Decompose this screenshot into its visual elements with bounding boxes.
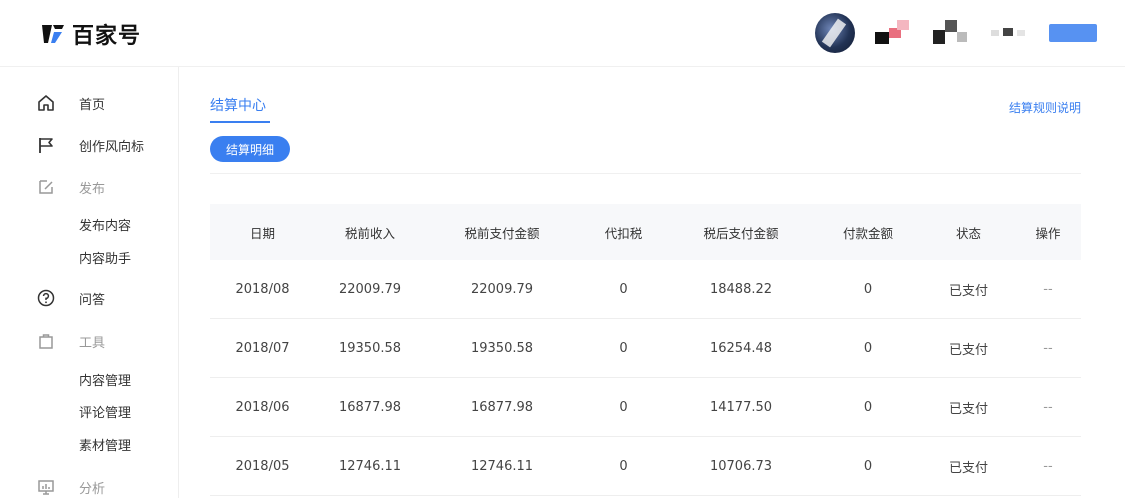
- cell-aftertax-payment: 14177.50: [709, 399, 773, 415]
- cell-payment-amount: 0: [863, 340, 873, 356]
- cell-withholding-tax: 0: [619, 281, 628, 297]
- sidebar-item-content-management[interactable]: 内容管理: [0, 366, 178, 392]
- redacted-info-2: [991, 20, 1031, 46]
- sidebar-section-label: 发布: [79, 181, 106, 197]
- redacted-action-button[interactable]: [1049, 24, 1097, 42]
- brand-name: 百家号: [72, 24, 142, 49]
- edit-icon: [37, 178, 55, 196]
- sidebar-item-label: 评论管理: [79, 405, 132, 421]
- cell-action: --: [1043, 399, 1053, 415]
- avatar[interactable]: [815, 13, 855, 53]
- cell-payment-amount: 0: [863, 458, 873, 474]
- sidebar: 首页 创作风向标 发布 发布内容 内容助手 问答 工具 内容管理 评论管理 素材…: [0, 67, 179, 498]
- cell-action: --: [1043, 281, 1053, 297]
- user-area: [815, 10, 1097, 56]
- column-header: 税后支付金额: [703, 225, 779, 241]
- cell-pretax-income: 12746.11: [338, 458, 402, 474]
- sidebar-item-trends[interactable]: 创作风向标: [0, 132, 178, 158]
- cell-pretax-payment: 12746.11: [470, 458, 534, 474]
- sidebar-section-tools[interactable]: 工具: [0, 328, 178, 354]
- sidebar-item-qa[interactable]: 问答: [0, 285, 178, 311]
- cell-payment-amount: 0: [863, 399, 873, 415]
- cell-date: 2018/07: [235, 340, 290, 356]
- cell-status: 已支付: [948, 342, 988, 358]
- sidebar-item-publish-content[interactable]: 发布内容: [0, 211, 178, 237]
- cell-date: 2018/05: [235, 458, 290, 474]
- sidebar-item-label: 内容助手: [79, 251, 132, 267]
- column-header: 付款金额: [842, 225, 893, 241]
- cell-status: 已支付: [948, 460, 988, 476]
- tab-settlement-center[interactable]: 结算中心: [210, 95, 266, 115]
- redacted-info: [933, 20, 973, 46]
- column-header: 状态: [955, 225, 981, 241]
- main-content: 结算中心 结算规则说明 结算明细 日期 税前收入 税前支付金额 代扣税 税后支付…: [179, 67, 1125, 498]
- sidebar-item-label: 首页: [79, 97, 106, 113]
- brand-logo[interactable]: 百家号: [40, 18, 141, 50]
- column-header: 税前收入: [344, 225, 395, 241]
- cell-withholding-tax: 0: [619, 340, 628, 356]
- cell-withholding-tax: 0: [619, 458, 628, 474]
- divider: [210, 173, 1081, 174]
- sidebar-section-label: 分析: [79, 481, 106, 497]
- cell-aftertax-payment: 10706.73: [709, 458, 773, 474]
- cell-action: --: [1043, 340, 1053, 356]
- cell-date: 2018/08: [235, 281, 290, 297]
- settlement-detail-button[interactable]: 结算明细: [210, 136, 290, 162]
- cell-pretax-income: 16877.98: [338, 399, 402, 415]
- flag-icon: [37, 136, 55, 154]
- cell-withholding-tax: 0: [619, 399, 628, 415]
- column-header: 税前支付金额: [464, 225, 540, 241]
- settlement-rules-link[interactable]: 结算规则说明: [1009, 99, 1081, 116]
- sidebar-section-publish[interactable]: 发布: [0, 174, 178, 200]
- column-header: 日期: [249, 225, 275, 241]
- sidebar-item-label: 内容管理: [79, 373, 132, 389]
- sidebar-item-comment-management[interactable]: 评论管理: [0, 398, 178, 424]
- settlement-table: 日期 税前收入 税前支付金额 代扣税 税后支付金额 付款金额 状态 操作 201…: [210, 204, 1081, 496]
- table-row: 2018/08 22009.79 22009.79 0 18488.22 0 已…: [210, 260, 1081, 319]
- cell-pretax-payment: 19350.58: [470, 340, 534, 356]
- sidebar-item-label: 创作风向标: [79, 139, 145, 155]
- top-header: 百家号: [0, 0, 1125, 67]
- column-header: 操作: [1035, 225, 1061, 241]
- cell-pretax-income: 19350.58: [338, 340, 402, 356]
- cell-status: 已支付: [948, 401, 988, 417]
- sidebar-section-analytics[interactable]: 分析: [0, 474, 178, 500]
- sidebar-item-home[interactable]: 首页: [0, 90, 178, 116]
- question-icon: [37, 289, 55, 307]
- cell-action: --: [1043, 458, 1053, 474]
- table-row: 2018/05 12746.11 12746.11 0 10706.73 0 已…: [210, 437, 1081, 496]
- sidebar-item-label: 发布内容: [79, 218, 132, 234]
- sidebar-item-content-assistant[interactable]: 内容助手: [0, 244, 178, 270]
- tab-active-indicator: [210, 121, 270, 123]
- redacted-username: [875, 20, 915, 46]
- sidebar-item-label: 素材管理: [79, 438, 132, 454]
- cell-aftertax-payment: 16254.48: [709, 340, 773, 356]
- table-row: 2018/06 16877.98 16877.98 0 14177.50 0 已…: [210, 378, 1081, 437]
- home-icon: [37, 94, 55, 112]
- cell-status: 已支付: [948, 283, 988, 299]
- cell-date: 2018/06: [235, 399, 290, 415]
- sidebar-item-label: 问答: [79, 292, 106, 308]
- cell-aftertax-payment: 18488.22: [709, 281, 773, 297]
- cell-pretax-payment: 22009.79: [470, 281, 534, 297]
- cell-pretax-payment: 16877.98: [470, 399, 534, 415]
- table-header: 日期 税前收入 税前支付金额 代扣税 税后支付金额 付款金额 状态 操作: [210, 204, 1081, 260]
- chart-icon: [37, 478, 55, 496]
- table-row: 2018/07 19350.58 19350.58 0 16254.48 0 已…: [210, 319, 1081, 378]
- sidebar-item-material-management[interactable]: 素材管理: [0, 431, 178, 457]
- bag-icon: [37, 332, 55, 350]
- cell-payment-amount: 0: [863, 281, 873, 297]
- column-header: 代扣税: [604, 225, 643, 241]
- baijiahao-logo-icon: [42, 25, 64, 43]
- cell-pretax-income: 22009.79: [338, 281, 402, 297]
- sidebar-section-label: 工具: [79, 335, 106, 351]
